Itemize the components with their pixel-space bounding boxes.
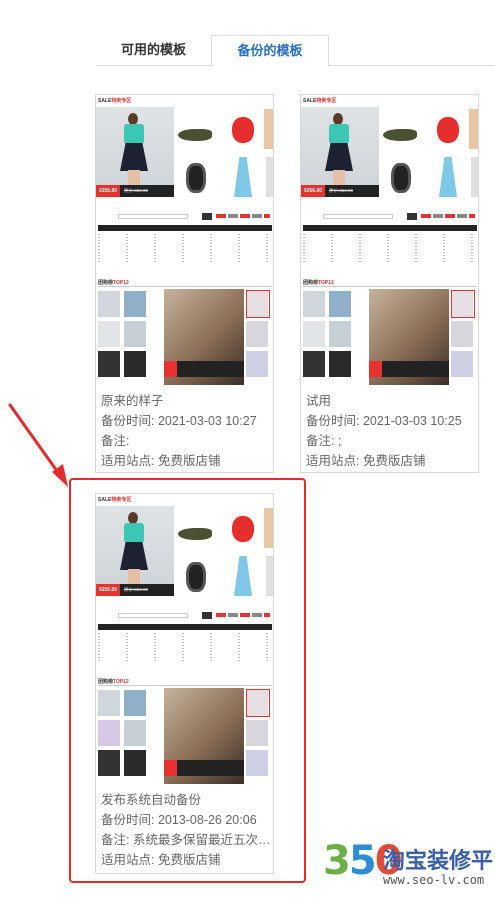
thumb-product-watch xyxy=(429,111,467,151)
thumb-feature-number xyxy=(164,361,177,377)
thumb-category-nav xyxy=(303,225,477,231)
watermark-title: 淘宝装修平台 xyxy=(383,849,495,874)
card-info: 原来的样子 备份时间: 2021-03-03 10:27 备注: 适用站点: 免… xyxy=(101,391,271,471)
template-thumbnail[interactable]: SALE特卖专区 ¥256.00 原价:356.00 团购榜TOP12 xyxy=(96,95,273,385)
card-site: 适用站点: 免费版店铺 xyxy=(101,454,221,468)
thumb-product-watch xyxy=(224,111,262,151)
thumb-price-bar: ¥256.00 原价:356.00 xyxy=(96,185,174,197)
backup-template-card[interactable]: SALE特卖专区 ¥256.00 原价:356.00 团购榜TOP12 发布系统… xyxy=(95,493,274,874)
thumb-product-shoe xyxy=(176,516,214,556)
card-note: 备注: xyxy=(101,434,130,448)
thumb-category-list xyxy=(303,234,477,264)
card-note: 备注: ; xyxy=(306,434,342,448)
card-site: 适用站点: 免费版店铺 xyxy=(306,454,426,468)
card-backup-time: 备份时间: 2013-08-26 20:06 xyxy=(101,813,257,827)
thumb-logo: SALE特卖专区 xyxy=(98,497,132,503)
thumb-product-shoe xyxy=(381,117,419,157)
card-info: 发布系统自动备份 备份时间: 2013-08-26 20:06 备注: 系统最多… xyxy=(101,790,271,870)
template-thumbnail[interactable]: SALE特卖专区 ¥256.00 原价:356.00 团购榜TOP12 xyxy=(301,95,478,385)
thumb-product-watch xyxy=(224,510,262,550)
card-note: 备注: 系统最多保留最近五次的... xyxy=(101,833,271,847)
thumb-category-list xyxy=(98,633,272,663)
watermark-url: www.seo-lv.com xyxy=(383,873,485,887)
thumb-feature-number xyxy=(164,760,177,776)
thumb-product-watch xyxy=(381,159,419,199)
thumb-search-bar xyxy=(303,213,477,221)
thumb-product-dress xyxy=(224,556,262,596)
thumb-price-bar: ¥256.00 原价:356.00 xyxy=(301,185,379,197)
thumb-search-bar xyxy=(98,213,272,221)
tab-available-templates[interactable]: 可用的模板 xyxy=(96,35,211,66)
thumb-category-nav xyxy=(98,624,272,630)
card-title: 原来的样子 xyxy=(101,394,164,408)
thumb-category-nav xyxy=(98,225,272,231)
thumb-category-list xyxy=(98,234,272,264)
card-title: 试用 xyxy=(306,394,332,408)
thumb-hero-image xyxy=(301,107,379,195)
card-site: 适用站点: 免费版店铺 xyxy=(101,853,221,867)
backup-template-card[interactable]: SALE特卖专区 ¥256.00 原价:356.00 团购榜TOP12 原来的样… xyxy=(95,94,274,473)
thumb-hero-image xyxy=(96,506,174,594)
thumb-logo: SALE特卖专区 xyxy=(303,98,337,104)
thumb-feature-number xyxy=(369,361,382,377)
thumb-logo: SALE特卖专区 xyxy=(98,98,132,104)
thumb-product-watch xyxy=(176,159,214,199)
thumb-top-title: 团购榜TOP12 xyxy=(303,280,334,286)
template-thumbnail[interactable]: SALE特卖专区 ¥256.00 原价:356.00 团购榜TOP12 xyxy=(96,494,273,784)
thumb-search-bar xyxy=(98,612,272,620)
thumb-price-bar: ¥256.00 原价:356.00 xyxy=(96,584,174,596)
template-tabs: 可用的模板 备份的模板 xyxy=(96,35,495,67)
card-info: 试用 备份时间: 2021-03-03 10:25 备注: ; 适用站点: 免费… xyxy=(306,391,476,471)
card-backup-time: 备份时间: 2021-03-03 10:27 xyxy=(101,414,257,428)
thumb-product-dress xyxy=(429,157,467,197)
thumb-hero-image xyxy=(96,107,174,195)
thumb-product-shoe xyxy=(176,117,214,157)
card-backup-time: 备份时间: 2021-03-03 10:25 xyxy=(306,414,462,428)
site-watermark-logo: 350 淘宝装修平台 www.seo-lv.com xyxy=(323,835,495,897)
card-title: 发布系统自动备份 xyxy=(101,793,202,807)
thumb-top-title: 团购榜TOP12 xyxy=(98,679,129,685)
backup-template-card[interactable]: SALE特卖专区 ¥256.00 原价:356.00 团购榜TOP12 试用 备… xyxy=(300,94,479,473)
thumb-product-dress xyxy=(224,157,262,197)
thumb-product-watch xyxy=(176,558,214,598)
tab-backup-templates[interactable]: 备份的模板 xyxy=(211,35,329,67)
thumb-top-title: 团购榜TOP12 xyxy=(98,280,129,286)
